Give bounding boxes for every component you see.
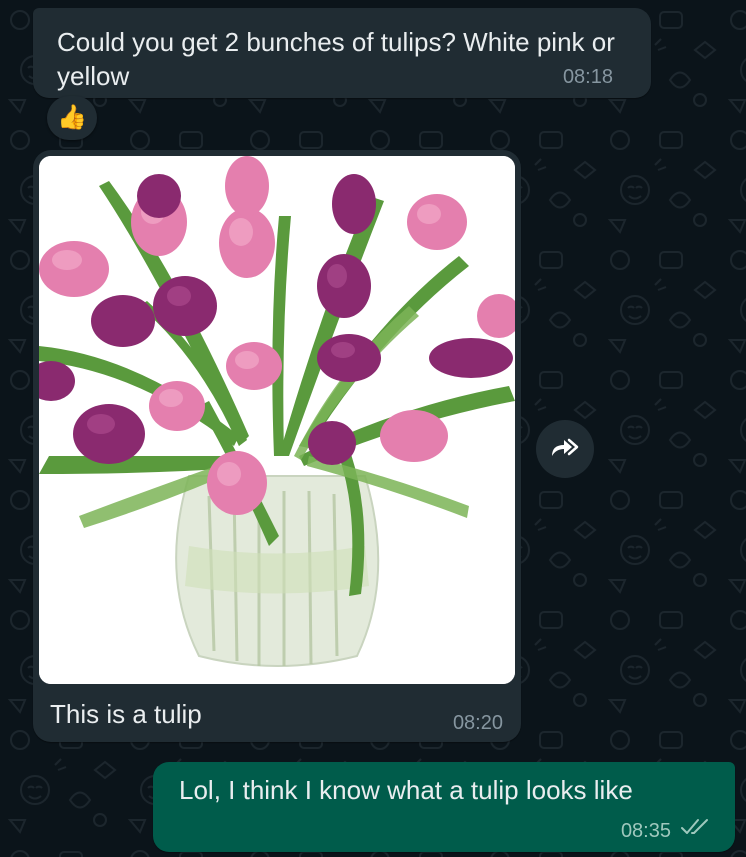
message-text: Lol, I think I know what a tulip looks l… [179,775,633,805]
message-timestamp: 08:18 [562,66,613,88]
double-check-icon [681,818,711,841]
message-timestamp: 08:35 [620,820,671,842]
message-timestamp: 08:20 [452,712,503,734]
message-text: Could you get 2 bunches of tulips? White… [57,27,615,91]
tulip-bouquet-image[interactable] [39,156,515,684]
forward-button[interactable] [536,420,594,478]
reaction-badge[interactable]: 👍 [47,96,97,140]
thumbs-up-icon: 👍 [57,104,87,131]
incoming-image-message-bubble[interactable]: This is a tulip 08:20 [33,150,521,742]
outgoing-message-bubble[interactable]: Lol, I think I know what a tulip looks l… [153,762,735,852]
incoming-message-bubble[interactable]: Could you get 2 bunches of tulips? White… [33,8,651,98]
forward-icon [549,434,581,465]
image-caption: This is a tulip [50,699,202,729]
